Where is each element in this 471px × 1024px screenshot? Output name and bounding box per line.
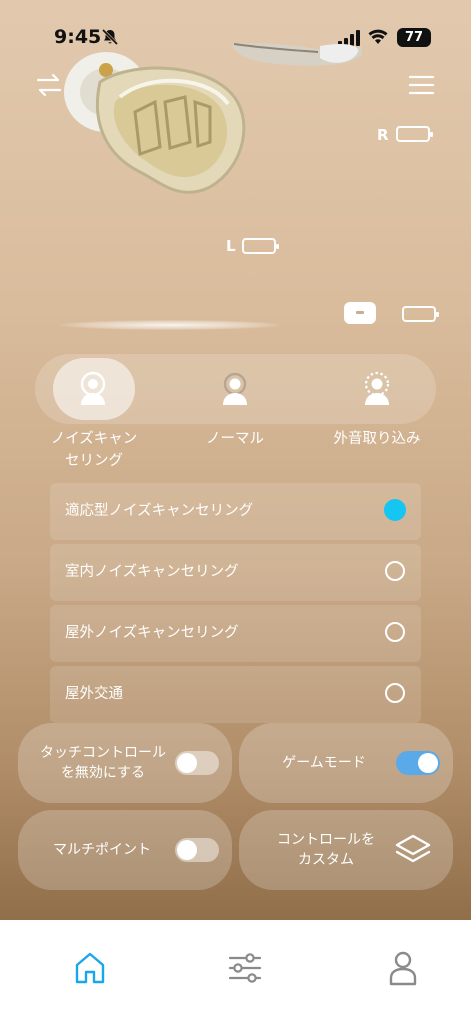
radio-icon[interactable] [385,561,405,581]
right-battery-icon [396,126,433,142]
radio-icon[interactable] [385,683,405,703]
swap-icon[interactable] [34,70,64,100]
touch-control-card: タッチコントロール を無効にする [18,723,232,803]
right-earbud-image [64,52,246,194]
charging-case-icon [344,302,376,324]
right-earbud-label: R [377,126,389,144]
mode-ambient-label[interactable]: 外音取り込み [322,428,432,450]
touch-control-toggle[interactable] [175,751,219,775]
bottom-nav [0,920,471,1024]
normal-person-icon[interactable] [219,371,251,407]
mode-anc-label[interactable]: ノイズキャン セリング [38,428,150,472]
battery-icon: 77 [397,28,431,47]
anc-option-indoor[interactable]: 室内ノイズキャンセリング [50,544,421,601]
anc-option-adaptive[interactable]: 適応型ノイズキャンセリング [50,483,421,540]
anc-option-label: 室内ノイズキャンセリング [65,564,239,580]
multipoint-card: マルチポイント [18,810,232,890]
ambient-person-icon[interactable] [361,371,393,407]
anc-option-label: 適応型ノイズキャンセリング [65,503,254,519]
profile-icon[interactable] [386,950,420,986]
anc-person-icon[interactable] [77,371,109,407]
home-icon[interactable] [73,950,107,986]
left-earbud-label: L [226,237,236,255]
anc-option-traffic[interactable]: 屋外交通 [50,666,421,723]
case-battery-icon [402,306,439,322]
anc-option-label: 屋外交通 [65,686,123,702]
left-battery-icon [242,238,279,254]
radio-icon[interactable] [385,622,405,642]
earbud-shadow [60,320,280,330]
radio-selected-icon[interactable] [384,499,406,521]
menu-icon[interactable] [406,70,436,100]
game-mode-label: ゲームモード [282,755,366,771]
layers-icon [395,834,431,863]
equalizer-icon[interactable] [228,950,262,986]
multipoint-label: マルチポイント [53,842,151,858]
customize-control-label: コントロールを カスタム [277,832,375,868]
game-mode-toggle[interactable] [396,751,440,775]
mode-normal-label[interactable]: ノーマル [185,428,285,450]
anc-option-outdoor[interactable]: 屋外ノイズキャンセリング [50,605,421,662]
anc-option-label: 屋外ノイズキャンセリング [65,625,239,641]
customize-control-card[interactable]: コントロールを カスタム [239,810,453,890]
multipoint-toggle[interactable] [175,838,219,862]
game-mode-card: ゲームモード [239,723,453,803]
wifi-icon [368,29,388,44]
touch-control-label: タッチコントロール を無効にする [40,745,166,781]
